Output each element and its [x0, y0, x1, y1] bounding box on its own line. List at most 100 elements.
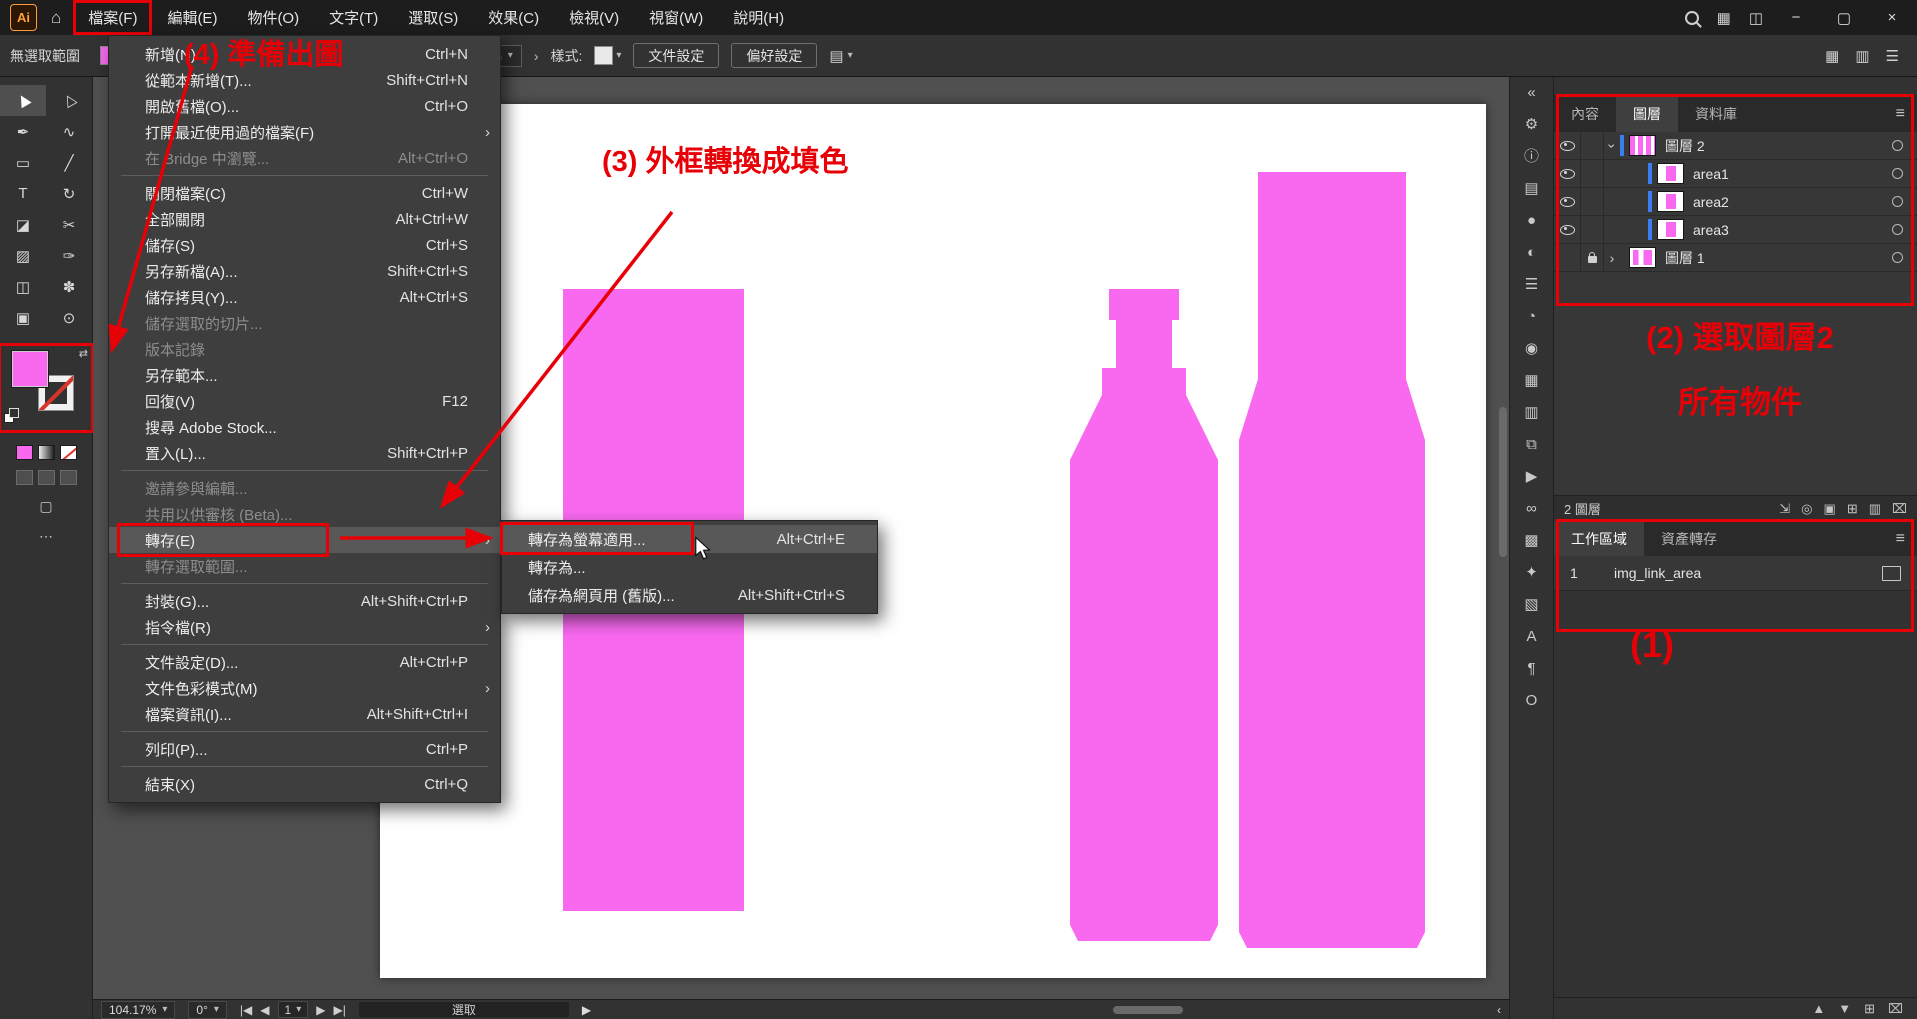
direct-selection-tool[interactable]: ▷: [46, 85, 92, 116]
menu-item-save-as[interactable]: 另存新檔(A)... Shift+Ctrl+S: [109, 258, 500, 284]
disclosure-icon[interactable]: [1604, 138, 1620, 154]
collect-for-export-icon[interactable]: ⇲: [1779, 501, 1790, 517]
menu-item-print[interactable]: 列印(P)... Ctrl+P: [109, 736, 500, 762]
none-mode-button[interactable]: [60, 445, 77, 460]
menu-help[interactable]: 說明(H): [718, 0, 799, 35]
rotate-tool[interactable]: ↻: [46, 178, 92, 209]
libraries-icon[interactable]: ▧: [1524, 597, 1538, 612]
menu-item-revert[interactable]: 回復(V) F12: [109, 388, 500, 414]
menu-item-close[interactable]: 關閉檔案(C) Ctrl+W: [109, 180, 500, 206]
menu-window[interactable]: 視窗(W): [634, 0, 718, 35]
menu-item-save-selected-slices[interactable]: 儲存選取的切片...: [109, 310, 500, 336]
menu-item-new[interactable]: 新增(N)... Ctrl+N: [109, 41, 500, 67]
swatches-icon[interactable]: ▦: [1524, 373, 1538, 388]
scissors-tool[interactable]: ✂: [46, 209, 92, 240]
lock-toggle[interactable]: [1581, 244, 1604, 271]
style-dropdown[interactable]: ▾: [594, 46, 621, 65]
layout-grid-icon[interactable]: ▦: [1825, 47, 1839, 65]
menu-object[interactable]: 物件(O): [232, 0, 314, 35]
new-artboard-icon[interactable]: ⊞: [1864, 1001, 1875, 1017]
menu-item-new-from-template[interactable]: 從範本新增(T)... Shift+Ctrl+N: [109, 67, 500, 93]
tab-layers[interactable]: 圖層: [1616, 95, 1678, 132]
previous-artboard-icon[interactable]: ◀: [260, 1003, 269, 1017]
visibility-toggle[interactable]: [1554, 188, 1581, 215]
line-segment-tool[interactable]: ╱: [46, 147, 92, 178]
screen-mode-button[interactable]: ▢: [0, 498, 92, 515]
bottle-shape-large[interactable]: [1239, 172, 1425, 948]
menu-select[interactable]: 選取(S): [393, 0, 473, 35]
layer-row-area3[interactable]: area3: [1554, 216, 1917, 244]
workspace-grid-icon[interactable]: ▦: [1717, 9, 1731, 27]
menu-item-save-a-copy[interactable]: 儲存拷貝(Y)... Alt+Ctrl+S: [109, 284, 500, 310]
menu-item-open[interactable]: 開啟舊檔(O)... Ctrl+O: [109, 93, 500, 119]
status-expand-icon[interactable]: ▶: [582, 1003, 591, 1017]
tab-libraries[interactable]: 資料庫: [1678, 95, 1754, 132]
draw-inside-button[interactable]: [60, 470, 77, 485]
layer-name[interactable]: area3: [1693, 222, 1729, 238]
menu-item-exit[interactable]: 結束(X) Ctrl+Q: [109, 771, 500, 797]
selection-tool[interactable]: ▶: [0, 85, 46, 116]
menu-item-search-adobe-stock[interactable]: 搜尋 Adobe Stock...: [109, 414, 500, 440]
file-menu-item[interactable]: [121, 766, 488, 767]
menu-item-share-for-review[interactable]: 共用以供審核 (Beta)...: [109, 501, 500, 527]
disclosure-icon[interactable]: [1604, 250, 1620, 266]
menu-item-close-all[interactable]: 全部關閉 Alt+Ctrl+W: [109, 206, 500, 232]
delete-icon[interactable]: ⌧: [1888, 1001, 1903, 1017]
eyedropper-tool[interactable]: ✑: [46, 240, 92, 271]
gradient-mode-button[interactable]: [38, 445, 55, 460]
target-circle-icon[interactable]: [1892, 196, 1903, 207]
delete-layer-icon[interactable]: ⌧: [1892, 501, 1907, 517]
draw-behind-button[interactable]: [38, 470, 55, 485]
pen-tool[interactable]: ✒: [0, 116, 46, 147]
actions-icon[interactable]: ▶: [1526, 469, 1538, 484]
file-menu-item[interactable]: [121, 644, 488, 645]
menu-item-document-setup[interactable]: 文件設定(D)... Alt+Ctrl+P: [109, 649, 500, 675]
target-circle-icon[interactable]: [1892, 168, 1903, 179]
menu-item-open-recent[interactable]: 打開最近使用過的檔案(F): [109, 119, 500, 145]
menu-type[interactable]: 文字(T): [314, 0, 393, 35]
menu-item-export-selection[interactable]: 轉存選取範圍...: [109, 553, 500, 579]
menu-file[interactable]: 檔案(F): [73, 0, 152, 35]
menu-item-place[interactable]: 置入(L)... Shift+Ctrl+P: [109, 440, 500, 466]
opentype-icon[interactable]: O: [1526, 693, 1538, 708]
menu-item-version-history[interactable]: 版本記錄: [109, 336, 500, 362]
symbol-sprayer-tool[interactable]: ✽: [46, 271, 92, 302]
menu-item-export[interactable]: 轉存(E): [109, 527, 500, 553]
controlbar-menu-icon[interactable]: ☰: [1886, 47, 1899, 65]
horizontal-scrollbar-thumb[interactable]: [1113, 1006, 1183, 1014]
align-options-icon[interactable]: ▤▾: [829, 47, 852, 65]
color-mode-button[interactable]: [16, 445, 33, 460]
artboard-tool[interactable]: ▣: [0, 302, 46, 333]
scroll-left-icon[interactable]: ‹: [1497, 1003, 1501, 1017]
arrange-documents-icon[interactable]: ▥: [1855, 47, 1869, 65]
home-icon[interactable]: ⌂: [51, 8, 61, 28]
layer-name[interactable]: 圖層 1: [1665, 248, 1705, 268]
zoom-tool[interactable]: ⊙: [46, 302, 92, 333]
close-button[interactable]: ×: [1877, 9, 1907, 26]
draw-normal-button[interactable]: [16, 470, 33, 485]
lock-toggle[interactable]: [1581, 160, 1604, 187]
document-info-icon[interactable]: ⓘ: [1524, 149, 1539, 164]
last-artboard-icon[interactable]: ▶|: [333, 1003, 345, 1017]
first-artboard-icon[interactable]: |◀: [240, 1003, 252, 1017]
artboard-name[interactable]: img_link_area: [1614, 565, 1882, 581]
panels-toggle-icon[interactable]: ◫: [1749, 9, 1763, 27]
menu-item-browse-in-bridge[interactable]: 在 Bridge 中瀏覽... Alt+Ctrl+O: [109, 145, 500, 171]
color-icon[interactable]: ●: [1527, 213, 1536, 228]
locate-object-icon[interactable]: ◎: [1801, 501, 1812, 517]
menu-item-save-as-template[interactable]: 另存範本...: [109, 362, 500, 388]
clipping-mask-icon[interactable]: ▣: [1824, 501, 1836, 517]
shape-builder-tool[interactable]: ◫: [0, 271, 46, 302]
document-setup-button[interactable]: 文件設定: [633, 43, 719, 68]
lock-toggle[interactable]: [1581, 132, 1604, 159]
variables-icon[interactable]: ▤: [1524, 181, 1538, 196]
appearance-icon[interactable]: ☰: [1525, 277, 1538, 292]
artboards-panel-menu-icon[interactable]: ≡: [1896, 530, 1917, 548]
preferences-button[interactable]: 偏好設定: [731, 43, 817, 68]
menu-item-scripts[interactable]: 指令檔(R): [109, 614, 500, 640]
paragraph-styles-icon[interactable]: ¶: [1527, 661, 1535, 676]
search-icon[interactable]: [1685, 11, 1699, 25]
tab-asset-export[interactable]: 資產轉存: [1644, 521, 1734, 556]
curvature-tool[interactable]: ∿: [46, 116, 92, 147]
gradient-tool[interactable]: ▨: [0, 240, 46, 271]
